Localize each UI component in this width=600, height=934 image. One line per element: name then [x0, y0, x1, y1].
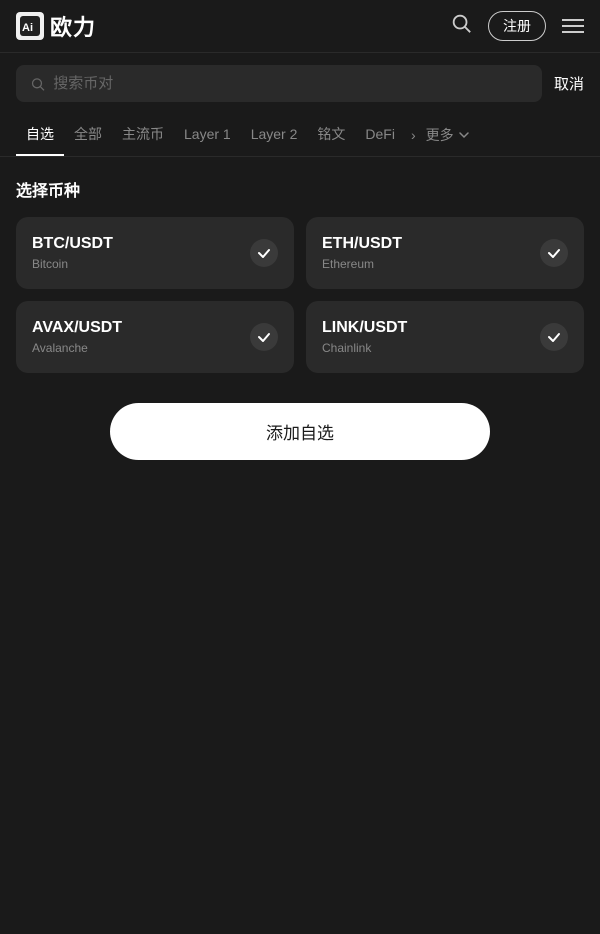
- currency-pair-link: LINK/USDT: [322, 319, 407, 337]
- logo: Ai 欧力: [16, 10, 96, 42]
- tab-layer2[interactable]: Layer 2: [241, 116, 308, 154]
- currency-name-avax: Avalanche: [32, 341, 122, 355]
- currency-name-eth: Ethereum: [322, 257, 402, 271]
- tab-defi[interactable]: DeFi: [355, 116, 405, 154]
- section-title: 选择币种: [16, 177, 584, 201]
- currency-grid: BTC/USDT Bitcoin ETH/USDT Ethereum: [16, 217, 584, 373]
- search-input-icon: [30, 76, 45, 92]
- tab-bar: 自选 全部 主流币 Layer 1 Layer 2 铭文 DeFi › 更多: [0, 114, 600, 157]
- currency-card-eth[interactable]: ETH/USDT Ethereum: [306, 217, 584, 289]
- svg-text:Ai: Ai: [22, 22, 33, 34]
- tab-all[interactable]: 全部: [64, 114, 112, 156]
- currency-name-link: Chainlink: [322, 341, 407, 355]
- currency-pair-avax: AVAX/USDT: [32, 319, 122, 337]
- add-button-wrapper: 添加自选: [16, 403, 584, 460]
- currency-pair-eth: ETH/USDT: [322, 235, 402, 253]
- check-icon-btc: [250, 239, 278, 267]
- add-favorites-button[interactable]: 添加自选: [110, 403, 490, 460]
- logo-text: 欧力: [50, 10, 96, 42]
- currency-card-avax[interactable]: AVAX/USDT Avalanche: [16, 301, 294, 373]
- currency-card-btc[interactable]: BTC/USDT Bitcoin: [16, 217, 294, 289]
- currency-pair-btc: BTC/USDT: [32, 235, 113, 253]
- search-input[interactable]: [53, 75, 528, 92]
- header-actions: 注册: [450, 11, 584, 41]
- currency-info-link: LINK/USDT Chainlink: [322, 319, 407, 355]
- tab-inscription[interactable]: 铭文: [307, 114, 355, 156]
- tab-layer1[interactable]: Layer 1: [174, 116, 241, 154]
- chevron-down-icon: [458, 129, 470, 141]
- currency-info-avax: AVAX/USDT Avalanche: [32, 319, 122, 355]
- currency-info-eth: ETH/USDT Ethereum: [322, 235, 402, 271]
- search-input-wrapper[interactable]: [16, 65, 542, 102]
- content: 选择币种 BTC/USDT Bitcoin ETH/USDT Ethereum: [0, 157, 600, 480]
- logo-icon: Ai: [16, 12, 44, 40]
- header: Ai 欧力 注册: [0, 0, 600, 53]
- tab-more-arrow[interactable]: ›: [405, 117, 422, 153]
- check-icon-avax: [250, 323, 278, 351]
- check-icon-eth: [540, 239, 568, 267]
- tab-favorites[interactable]: 自选: [16, 114, 64, 156]
- currency-card-link[interactable]: LINK/USDT Chainlink: [306, 301, 584, 373]
- register-button[interactable]: 注册: [488, 11, 546, 41]
- check-icon-link: [540, 323, 568, 351]
- search-icon[interactable]: [450, 12, 472, 40]
- menu-icon[interactable]: [562, 19, 584, 33]
- search-bar: 取消: [0, 53, 600, 114]
- more-button[interactable]: 更多: [422, 115, 474, 155]
- cancel-button[interactable]: 取消: [554, 73, 584, 94]
- currency-name-btc: Bitcoin: [32, 257, 113, 271]
- currency-info-btc: BTC/USDT Bitcoin: [32, 235, 113, 271]
- tab-mainstream[interactable]: 主流币: [112, 114, 174, 156]
